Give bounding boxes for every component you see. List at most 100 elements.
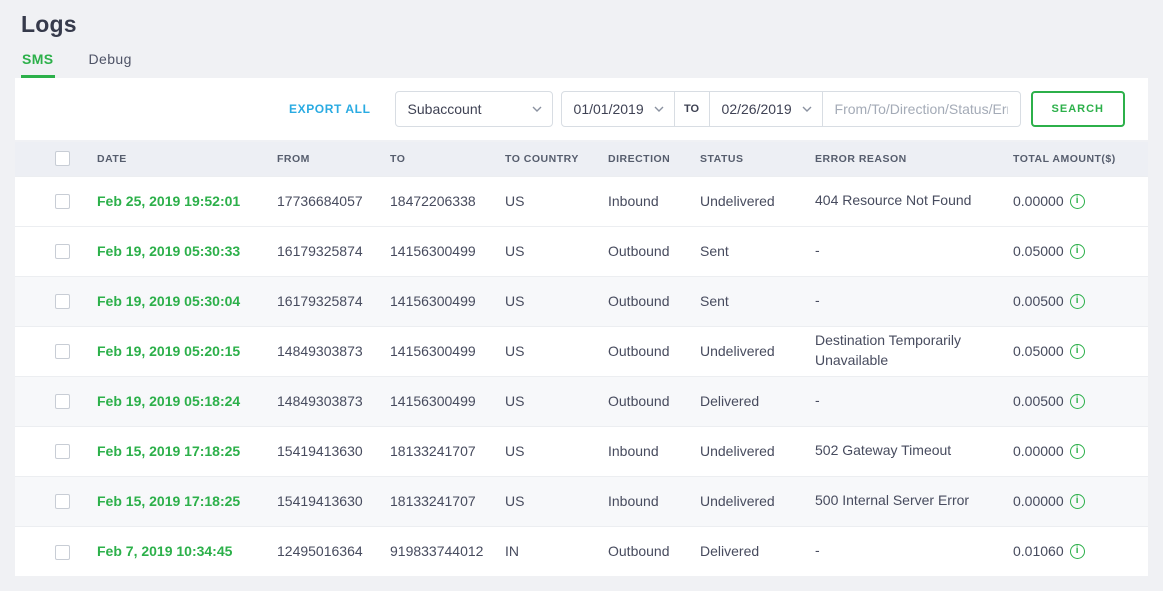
info-icon[interactable]: i bbox=[1070, 294, 1085, 309]
log-error-reason: - bbox=[815, 226, 1013, 276]
date-range-to-label: TO bbox=[674, 92, 710, 126]
log-date-link[interactable]: Feb 15, 2019 17:18:25 bbox=[97, 426, 277, 476]
col-header-from: FROM bbox=[277, 142, 390, 176]
log-total-amount: 0.00500 bbox=[1013, 393, 1064, 409]
log-total-amount: 0.00500 bbox=[1013, 293, 1064, 309]
col-header-to: TO bbox=[390, 142, 505, 176]
log-error-reason: 500 Internal Server Error bbox=[815, 476, 1013, 526]
date-from-value: 01/01/2019 bbox=[574, 101, 644, 117]
select-all-checkbox[interactable] bbox=[55, 151, 70, 166]
log-date-link[interactable]: Feb 19, 2019 05:18:24 bbox=[97, 376, 277, 426]
info-icon[interactable]: i bbox=[1070, 394, 1085, 409]
log-total-amount: 0.05000 bbox=[1013, 243, 1064, 259]
log-status: Sent bbox=[700, 226, 815, 276]
table-row: Feb 19, 2019 05:30:04 16179325874 141563… bbox=[15, 276, 1148, 326]
log-table-body: Feb 25, 2019 19:52:01 17736684057 184722… bbox=[15, 176, 1148, 576]
info-icon[interactable]: i bbox=[1070, 244, 1085, 259]
search-button[interactable]: SEARCH bbox=[1031, 91, 1125, 127]
log-date-link[interactable]: Feb 7, 2019 10:34:45 bbox=[97, 526, 277, 576]
table-row: Feb 19, 2019 05:20:15 14849303873 141563… bbox=[15, 326, 1148, 376]
log-from: 14849303873 bbox=[277, 326, 390, 376]
log-error-reason: - bbox=[815, 376, 1013, 426]
log-to: 14156300499 bbox=[390, 326, 505, 376]
log-error-reason: - bbox=[815, 276, 1013, 326]
table-row: Feb 19, 2019 05:30:33 16179325874 141563… bbox=[15, 226, 1148, 276]
log-total-amount: 0.00000 bbox=[1013, 193, 1064, 209]
log-to: 18133241707 bbox=[390, 476, 505, 526]
log-from: 14849303873 bbox=[277, 376, 390, 426]
row-checkbox[interactable] bbox=[55, 244, 70, 259]
chevron-down-icon bbox=[802, 106, 812, 112]
col-header-error-reason: ERROR REASON bbox=[815, 142, 1013, 176]
info-icon[interactable]: i bbox=[1070, 494, 1085, 509]
subaccount-select-value: Subaccount bbox=[408, 101, 482, 117]
tab-debug[interactable]: Debug bbox=[88, 51, 133, 78]
log-from: 12495016364 bbox=[277, 526, 390, 576]
log-direction: Outbound bbox=[608, 526, 700, 576]
log-direction: Inbound bbox=[608, 176, 700, 226]
date-to-select[interactable]: 02/26/2019 bbox=[710, 92, 822, 126]
log-to: 919833744012 bbox=[390, 526, 505, 576]
col-header-date: DATE bbox=[97, 142, 277, 176]
export-all-link[interactable]: EXPORT ALL bbox=[289, 102, 371, 116]
log-to: 18472206338 bbox=[390, 176, 505, 226]
row-checkbox[interactable] bbox=[55, 344, 70, 359]
row-checkbox[interactable] bbox=[55, 394, 70, 409]
chevron-down-icon bbox=[654, 106, 664, 112]
date-to-value: 02/26/2019 bbox=[722, 101, 792, 117]
log-total-amount: 0.00000 bbox=[1013, 443, 1064, 459]
table-row: Feb 19, 2019 05:18:24 14849303873 141563… bbox=[15, 376, 1148, 426]
tab-bar: SMS Debug bbox=[0, 38, 1163, 78]
subaccount-select[interactable]: Subaccount bbox=[395, 91, 553, 127]
log-status: Undelivered bbox=[700, 176, 815, 226]
log-total-amount: 0.01060 bbox=[1013, 543, 1064, 559]
log-status: Sent bbox=[700, 276, 815, 326]
log-status: Undelivered bbox=[700, 426, 815, 476]
page-title: Logs bbox=[0, 0, 1163, 38]
row-checkbox[interactable] bbox=[55, 444, 70, 459]
info-icon[interactable]: i bbox=[1070, 344, 1085, 359]
log-date-link[interactable]: Feb 19, 2019 05:20:15 bbox=[97, 326, 277, 376]
info-icon[interactable]: i bbox=[1070, 544, 1085, 559]
log-date-link[interactable]: Feb 19, 2019 05:30:04 bbox=[97, 276, 277, 326]
log-total-amount: 0.05000 bbox=[1013, 343, 1064, 359]
col-header-total-amount: TOTAL AMOUNT($) bbox=[1013, 142, 1148, 176]
date-from-select[interactable]: 01/01/2019 bbox=[562, 92, 674, 126]
table-row: Feb 15, 2019 17:18:25 15419413630 181332… bbox=[15, 426, 1148, 476]
tab-sms[interactable]: SMS bbox=[21, 51, 55, 78]
row-checkbox[interactable] bbox=[55, 494, 70, 509]
log-error-reason: Destination Temporarily Unavailable bbox=[815, 326, 1013, 376]
log-to-country: US bbox=[505, 476, 608, 526]
log-to-country: IN bbox=[505, 526, 608, 576]
row-checkbox[interactable] bbox=[55, 545, 70, 560]
col-header-to-country: TO COUNTRY bbox=[505, 142, 608, 176]
log-direction: Outbound bbox=[608, 376, 700, 426]
search-input[interactable] bbox=[822, 92, 1020, 126]
log-direction: Inbound bbox=[608, 426, 700, 476]
log-from: 15419413630 bbox=[277, 476, 390, 526]
log-to-country: US bbox=[505, 176, 608, 226]
log-to-country: US bbox=[505, 376, 608, 426]
date-range-and-search-group: 01/01/2019 TO 02/26/2019 bbox=[561, 91, 1021, 127]
log-error-reason: 404 Resource Not Found bbox=[815, 176, 1013, 226]
table-row: Feb 25, 2019 19:52:01 17736684057 184722… bbox=[15, 176, 1148, 226]
info-icon[interactable]: i bbox=[1070, 194, 1085, 209]
log-direction: Inbound bbox=[608, 476, 700, 526]
info-icon[interactable]: i bbox=[1070, 444, 1085, 459]
row-checkbox[interactable] bbox=[55, 194, 70, 209]
log-error-reason: - bbox=[815, 526, 1013, 576]
log-error-reason: 502 Gateway Timeout bbox=[815, 426, 1013, 476]
table-row: Feb 7, 2019 10:34:45 12495016364 9198337… bbox=[15, 526, 1148, 576]
log-date-link[interactable]: Feb 25, 2019 19:52:01 bbox=[97, 176, 277, 226]
log-to-country: US bbox=[505, 326, 608, 376]
log-to-country: US bbox=[505, 276, 608, 326]
log-date-link[interactable]: Feb 19, 2019 05:30:33 bbox=[97, 226, 277, 276]
row-checkbox[interactable] bbox=[55, 294, 70, 309]
log-direction: Outbound bbox=[608, 276, 700, 326]
logs-table: DATE FROM TO TO COUNTRY DIRECTION STATUS… bbox=[15, 142, 1148, 576]
log-to-country: US bbox=[505, 226, 608, 276]
log-status: Undelivered bbox=[700, 476, 815, 526]
chevron-down-icon bbox=[532, 106, 542, 112]
log-date-link[interactable]: Feb 15, 2019 17:18:25 bbox=[97, 476, 277, 526]
log-to: 14156300499 bbox=[390, 376, 505, 426]
